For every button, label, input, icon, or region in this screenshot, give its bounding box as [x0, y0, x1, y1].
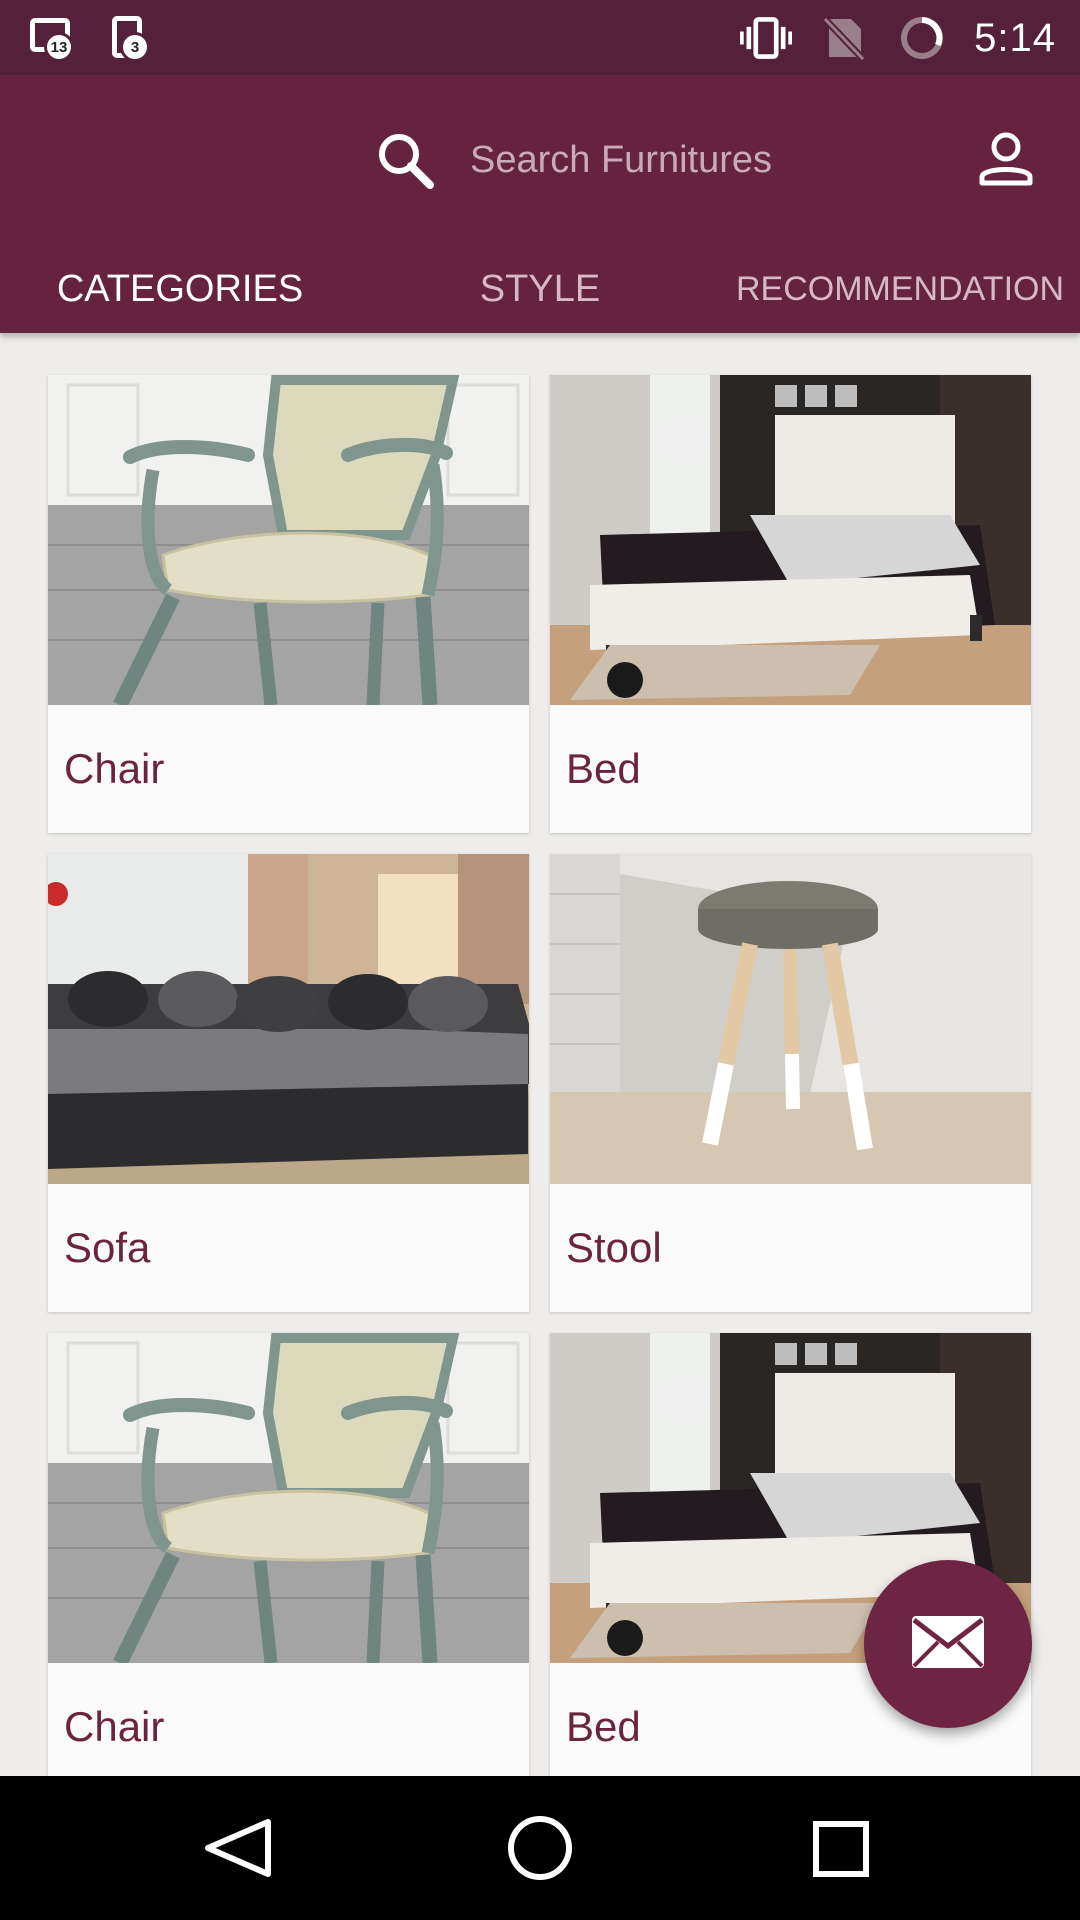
status-bar: 13 3 5:14: [0, 0, 1080, 75]
chair-image: [48, 375, 529, 705]
category-card-chair[interactable]: Chair: [48, 1333, 529, 1791]
vibrate-icon: [740, 15, 793, 61]
category-card-stool[interactable]: Stool: [550, 854, 1031, 1312]
tab-categories[interactable]: CATEGORIES: [0, 245, 360, 333]
home-icon[interactable]: [495, 1806, 585, 1890]
chair-image: [48, 1333, 529, 1663]
sofa-image: [48, 854, 529, 1184]
notification-badge: 13: [44, 32, 74, 62]
mail-fab-button[interactable]: [864, 1560, 1032, 1728]
stool-image: [550, 854, 1031, 1184]
category-label: Sofa: [64, 1224, 151, 1271]
back-icon[interactable]: [195, 1806, 285, 1890]
profile-icon[interactable]: [976, 129, 1036, 189]
message-notification-icon: 3: [104, 16, 150, 62]
tab-style[interactable]: STYLE: [360, 245, 720, 333]
clock: 5:14: [974, 15, 1056, 60]
notification-badge: 3: [120, 32, 150, 62]
category-card-bed[interactable]: Bed: [550, 375, 1031, 833]
app-bar: CATEGORIES STYLE RECOMMENDATION: [0, 75, 1080, 333]
category-card-chair[interactable]: Chair: [48, 375, 529, 833]
recents-icon[interactable]: [795, 1806, 885, 1890]
search-input[interactable]: [470, 125, 910, 195]
category-label: Bed: [566, 745, 641, 792]
calendar-notification-icon: 13: [28, 16, 74, 62]
tab-bar: CATEGORIES STYLE RECOMMENDATION: [0, 245, 1080, 333]
mail-icon: [910, 1614, 986, 1675]
category-label: Stool: [566, 1224, 662, 1271]
loading-ring-icon: [896, 15, 948, 61]
tab-recommendation[interactable]: RECOMMENDATION: [720, 245, 1080, 333]
navigation-bar: [0, 1776, 1080, 1920]
bed-image: [550, 375, 1031, 705]
category-label: Chair: [64, 1703, 165, 1750]
no-sim-icon: [818, 15, 870, 61]
category-card-sofa[interactable]: Sofa: [48, 854, 529, 1312]
search-icon[interactable]: [374, 129, 436, 191]
category-grid: Chair Bed Sofa Stool Chair Bed: [48, 375, 1032, 1791]
category-label: Chair: [64, 745, 165, 792]
